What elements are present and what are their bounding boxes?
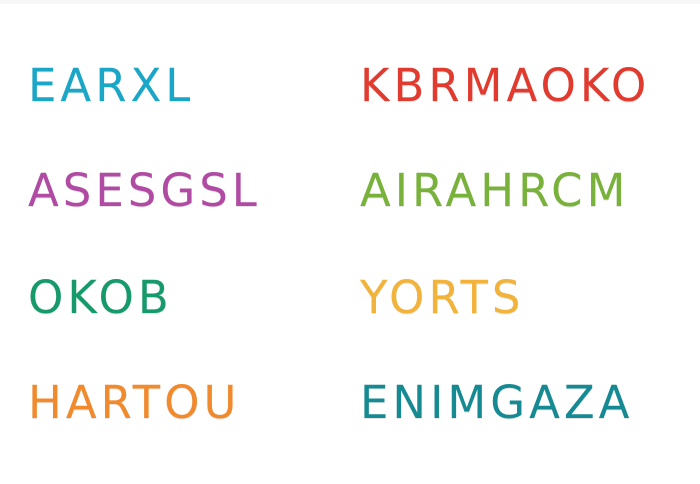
scrambled-word-6: YORTS	[360, 271, 525, 324]
scrambled-word-1: EARXL	[28, 59, 195, 112]
scrambled-word-4: AIRAHRCM	[360, 164, 630, 217]
scrambled-word-8: ENIMGAZA	[360, 376, 634, 429]
scrambled-word-5: OKOB	[28, 271, 173, 324]
scrambled-word-3: ASESGSL	[28, 164, 261, 217]
top-edge-strip	[0, 0, 700, 4]
scrambled-word-2: KBRMAOKO	[360, 59, 651, 112]
scrambled-word-7: HARTOU	[28, 376, 241, 429]
